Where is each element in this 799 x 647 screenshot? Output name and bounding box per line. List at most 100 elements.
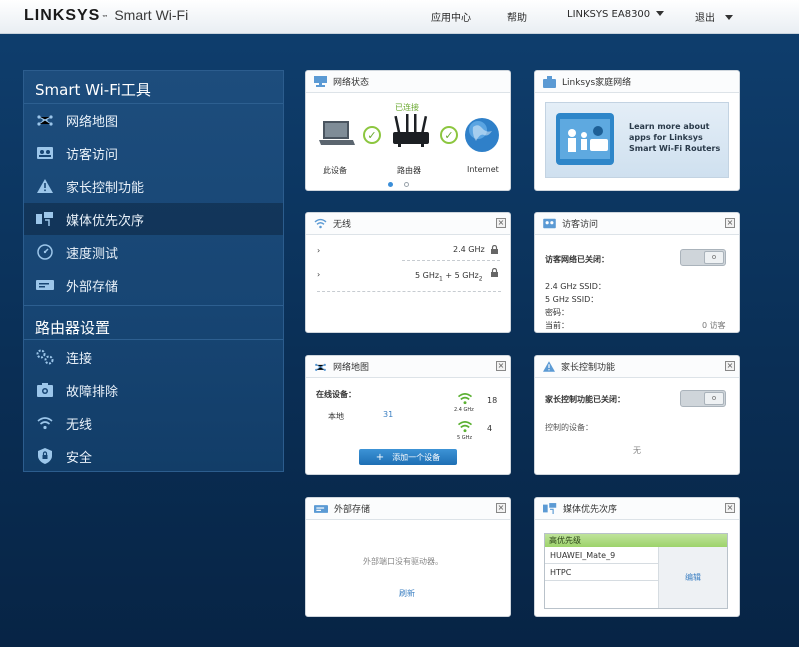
card-title: 网络地图 <box>333 363 370 373</box>
sidebar-item-label: 无线 <box>66 417 93 433</box>
add-device-label: 添加一个设备 <box>392 452 441 462</box>
media-prioritization-icon <box>543 503 557 514</box>
card-title: 外部存储 <box>334 505 371 515</box>
close-icon[interactable]: × <box>496 503 506 513</box>
band-5-a: 5 GHz <box>415 271 440 280</box>
edit-link[interactable]: 编辑 <box>685 572 701 583</box>
lock-icon <box>491 268 498 277</box>
nav-logout[interactable]: 退出 <box>695 9 733 24</box>
divider <box>317 291 501 292</box>
close-icon[interactable]: × <box>725 503 735 513</box>
card-header: 家长控制功能 × <box>535 356 739 378</box>
add-device-button[interactable]: + 添加一个设备 <box>359 449 457 465</box>
device-list-empty-area <box>545 581 659 608</box>
sidebar-item-label: 媒体优先次序 <box>66 213 145 229</box>
close-icon[interactable]: × <box>725 218 735 228</box>
local-label: 本地 <box>328 412 344 421</box>
priority-table: 高优先级 HUAWEI_Mate_9 HTPC 编辑 <box>544 533 728 609</box>
network-map-card: 网络地图 × 在线设备： 本地 31 2.4 GHz 18 5 GHz 4 + … <box>305 355 511 475</box>
toggle-knob: o <box>704 392 724 405</box>
password-label: 密码： <box>545 308 569 317</box>
home-network-icon <box>543 75 556 88</box>
sidebar-item-parental-controls[interactable]: 家长控制功能 <box>24 170 283 202</box>
band-5-b: + 5 GHz <box>442 271 479 280</box>
lock-icon <box>491 245 498 254</box>
router-icon <box>393 114 429 147</box>
troubleshooting-icon <box>36 381 54 399</box>
close-icon[interactable]: × <box>496 218 506 228</box>
chevron-down-icon <box>725 14 733 20</box>
internet-globe-icon <box>465 118 499 152</box>
sidebar-item-speed-test[interactable]: 速度测试 <box>24 236 283 268</box>
sidebar-item-guest-access[interactable]: 访客访问 <box>24 137 283 169</box>
guest-access-card: 访客访问 × 访客网络已关闭： o 2.4 GHz SSID： 5 GHz SS… <box>534 212 740 333</box>
divider <box>24 305 283 306</box>
no-devices-text: 无 <box>633 446 641 455</box>
wireless-icon <box>36 414 54 432</box>
close-icon[interactable]: × <box>725 361 735 371</box>
card-title: 家长控制功能 <box>561 363 616 373</box>
router-model: LINKSYS EA8300 <box>567 9 651 20</box>
wireless-icon <box>314 218 327 229</box>
chevron-down-icon <box>656 10 665 16</box>
guest-network-toggle[interactable]: o <box>680 249 726 266</box>
close-icon[interactable]: × <box>496 361 506 371</box>
sidebar-item-troubleshooting[interactable]: 故障排除 <box>24 374 283 406</box>
parental-status-label: 家长控制功能已关闭： <box>545 395 625 404</box>
expand-arrow-icon[interactable]: › <box>317 270 320 279</box>
carousel-dot-active[interactable] <box>388 182 393 187</box>
parental-controls-toggle[interactable]: o <box>680 390 726 407</box>
band-5-sub-label: 5 GHz <box>457 435 473 441</box>
table-row[interactable]: HTPC <box>545 564 659 581</box>
ssid-5-label: 5 GHz SSID： <box>545 295 599 304</box>
external-storage-card: 外部存储 × 外部端口没有驱动器。 刷新 <box>305 497 511 617</box>
promo-banner[interactable]: Learn more about apps for Linksys Smart … <box>545 102 729 178</box>
sidebar-item-security[interactable]: 安全 <box>24 440 283 472</box>
table-row[interactable]: HUAWEI_Mate_9 <box>545 547 659 564</box>
parental-controls-icon <box>543 361 555 372</box>
network-status-card: 网络状态 已连接 ✓ ✓ 此设备 路由器 Internet <box>305 70 511 191</box>
parental-controls-card: 家长控制功能 × 家长控制功能已关闭： o 控制的设备： 无 <box>534 355 740 475</box>
sidebar-item-wireless[interactable]: 无线 <box>24 407 283 439</box>
controlled-devices-label: 控制的设备： <box>545 423 593 432</box>
card-title: 访客访问 <box>562 220 599 230</box>
online-devices-label: 在线设备： <box>316 390 356 399</box>
external-storage-icon <box>314 504 328 513</box>
linksys-logo: LINKSYS <box>24 7 101 24</box>
refresh-link[interactable]: 刷新 <box>399 588 415 599</box>
sidebar-item-label: 访客访问 <box>66 147 119 163</box>
band-24-count: 18 <box>487 396 498 405</box>
carousel-dot[interactable] <box>404 182 409 187</box>
card-header: 外部存储 × <box>306 498 510 520</box>
local-device-count[interactable]: 31 <box>383 410 393 419</box>
parental-controls-icon <box>36 177 54 195</box>
band-5-count: 4 <box>487 424 493 433</box>
sidebar-item-connectivity[interactable]: 连接 <box>24 341 283 373</box>
nav-help[interactable]: 帮助 <box>507 9 527 24</box>
guest-access-icon <box>36 144 54 162</box>
sidebar-item-external-storage[interactable]: 外部存储 <box>24 269 283 301</box>
sidebar-item-network-map[interactable]: 网络地图 <box>24 104 283 136</box>
check-icon: ✓ <box>440 126 458 144</box>
network-status-icon <box>314 76 327 87</box>
band-5-label: 5 GHz1 + 5 GHz2 <box>415 271 483 283</box>
nav-app-center[interactable]: 应用中心 <box>431 9 471 24</box>
toggle-knob: o <box>704 251 724 264</box>
promo-text: Learn more about apps for Linksys Smart … <box>629 122 721 153</box>
logout-label: 退出 <box>695 13 715 24</box>
nav-router-menu[interactable]: LINKSYS EA8300 <box>567 9 665 20</box>
sidebar-item-label: 连接 <box>66 351 93 367</box>
expand-arrow-icon[interactable]: › <box>317 246 320 255</box>
card-title: 无线 <box>333 220 352 230</box>
router-label: 路由器 <box>397 166 421 175</box>
sidebar-item-label: 安全 <box>66 450 93 466</box>
connectivity-icon <box>36 348 54 366</box>
check-icon: ✓ <box>363 126 381 144</box>
band-24-sub-label: 2.4 GHz <box>454 407 474 413</box>
trademark: ™ <box>101 14 109 22</box>
laptop-icon <box>319 121 355 145</box>
plus-icon: + <box>375 451 385 463</box>
sidebar-item-media-prioritization[interactable]: 媒体优先次序 <box>24 203 283 235</box>
family-phone-illustration <box>556 113 614 165</box>
this-device-label: 此设备 <box>323 166 347 175</box>
